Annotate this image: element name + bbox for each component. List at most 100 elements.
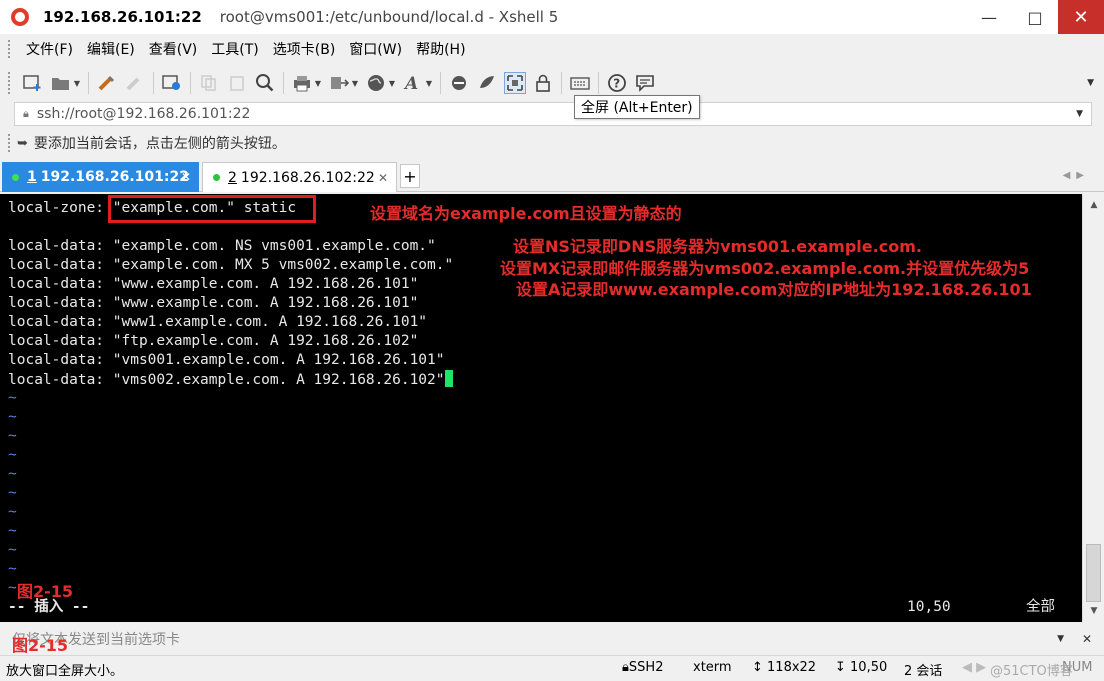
terminal-line: local-data: "vms001.example.com. A 192.1… [8,352,445,368]
annotation-zone: 设置域名为example.com且设置为静态的 [370,204,682,223]
session-hint-text: 要添加当前会话，点击左侧的箭头按钮。 [33,136,286,152]
empty-line-tilde: ~ [8,485,17,501]
help-icon[interactable]: ? [606,72,628,94]
toolbar-separator [598,72,599,94]
window-title-host: 192.168.26.101:22 [43,8,202,26]
scrollbar-thumb[interactable] [1086,544,1101,602]
find-icon[interactable] [254,72,276,94]
print-dropdown-icon[interactable]: ▼ [314,72,322,94]
terminal-line-text: local-data: "vms002.example.com. A 192.1… [8,372,445,388]
open-folder-icon[interactable] [50,72,72,94]
add-session-arrow-icon[interactable]: ➥ [17,136,28,151]
print-icon[interactable] [291,72,313,94]
terminal-cursor [444,370,453,387]
compose-dropdown-icon[interactable]: ▼ [1057,634,1064,644]
figure-label: 图2-15 [17,582,74,601]
menu-tools[interactable]: 工具(T) [204,39,265,59]
empty-line-tilde: ~ [8,504,17,520]
tab-scroll-arrows-icon[interactable]: ◀▶ [1063,170,1090,181]
scroll-up-icon[interactable]: ▲ [1083,200,1104,210]
xftp-icon[interactable] [448,72,470,94]
terminal-scrollbar[interactable]: ▲ ▼ [1082,194,1104,622]
copy-icon [198,72,220,94]
empty-line-tilde: ~ [8,428,17,444]
status-position-text: 10,50 [850,660,888,675]
empty-line-tilde: ~ [8,447,17,463]
font-dropdown-icon[interactable]: ▼ [425,72,433,94]
transfer-dropdown-icon[interactable]: ▼ [351,72,359,94]
terminal-line: local-data: "www1.example.com. A 192.168… [8,314,428,330]
resize-icon: ↕ [752,660,768,675]
address-bar[interactable]: 🔒︎ ssh://root@192.168.26.101:22 ▼ [14,102,1092,126]
menu-file[interactable]: 文件(F) [19,39,80,59]
title-bar: 192.168.26.101:22 root@vms001:/etc/unbou… [0,0,1104,34]
menu-view[interactable]: 查看(V) [142,39,205,59]
transfer-icon[interactable] [328,72,350,94]
empty-line-tilde: ~ [8,561,17,577]
address-lock-icon: 🔒︎ [23,107,29,120]
window-title-path: root@vms001:/etc/unbound/local.d - Xshel… [219,8,559,26]
empty-line-tilde: ~ [8,466,17,482]
empty-line-tilde: ~ [8,390,17,406]
tab-close-icon[interactable]: ✕ [378,171,388,185]
address-dropdown-icon[interactable]: ▼ [1076,109,1083,119]
globe-icon[interactable] [365,72,387,94]
compose-close-icon[interactable]: ✕ [1082,632,1092,646]
open-dropdown-icon[interactable]: ▼ [73,72,81,94]
status-terminal-type: xterm [693,660,732,675]
tab-session-1[interactable]: 1 192.168.26.101:22 ✕ [2,162,199,192]
toolbar-separator [190,72,191,94]
chat-icon[interactable] [634,72,656,94]
status-sessions: 2 会话 [904,664,943,679]
toolbar-separator [440,72,441,94]
figure-label-bottom: 图2-15 [12,636,69,655]
svg-text:A: A [403,74,418,93]
compose-bar[interactable]: 仅将文本发送到当前选项卡 ▼ ✕ [0,626,1104,652]
toolbar-separator [561,72,562,94]
close-window-button[interactable]: ✕ [1058,0,1104,34]
svg-text:?: ? [613,77,620,91]
lock-icon[interactable] [532,72,554,94]
session-hint-bar: ➥ 要添加当前会话，点击左侧的箭头按钮。 [0,130,1104,156]
tab-close-icon[interactable]: ✕ [181,170,191,184]
maximize-button[interactable]: □ [1012,0,1058,34]
new-tab-button[interactable]: + [400,164,420,188]
menu-edit[interactable]: 编辑(E) [80,39,142,59]
globe-dropdown-icon[interactable]: ▼ [388,72,396,94]
scroll-down-icon[interactable]: ▼ [1083,606,1104,616]
connect-icon[interactable] [96,72,118,94]
annotation-a: 设置A记录即www.example.com对应的IP地址为192.168.26.… [516,280,1032,299]
menu-window[interactable]: 窗口(W) [342,39,409,59]
terminal-line: local-data: "example.com. NS vms001.exam… [8,238,436,254]
status-size: ↕ 118x22 [752,660,816,675]
new-session-icon[interactable] [22,72,44,94]
terminal-line: local-data: "www.example.com. A 192.168.… [8,295,419,311]
tab-number: 1 [27,169,37,185]
status-message: 放大窗口全屏大小。 [6,664,124,679]
address-text: ssh://root@192.168.26.101:22 [36,106,251,122]
font-icon[interactable]: A [402,72,424,94]
menu-tabs[interactable]: 选项卡(B) [266,39,343,59]
xmanager-icon[interactable] [476,72,498,94]
toolbar-overflow-icon[interactable]: ▼ [1087,78,1094,88]
empty-line-tilde: ~ [8,409,17,425]
properties-icon[interactable] [161,72,183,94]
tab-session-2[interactable]: 2 192.168.26.102:22 ✕ [202,162,397,192]
status-arrows-icon[interactable]: ◀ ▶ [962,660,986,675]
empty-line-tilde: ~ [8,580,17,596]
highlight-box [108,195,316,223]
menu-grip-icon [8,40,11,58]
disconnect-icon [124,72,146,94]
tab-number: 2 [228,169,237,186]
status-protocol-text: SSH2 [628,660,664,675]
menu-help[interactable]: 帮助(H) [409,39,472,59]
minimize-button[interactable]: — [966,0,1012,34]
keyboard-icon[interactable] [569,72,591,94]
empty-line-tilde: ~ [8,542,17,558]
fullscreen-tooltip: 全屏 (Alt+Enter) [574,95,700,119]
position-icon: ↧ [835,660,851,675]
terminal-line: local-data: "vms002.example.com. A 192.1… [8,370,453,389]
tab-label: 192.168.26.102:22 [240,169,375,186]
tab-label: 192.168.26.101:22 [40,169,189,185]
fullscreen-icon[interactable] [504,72,526,94]
